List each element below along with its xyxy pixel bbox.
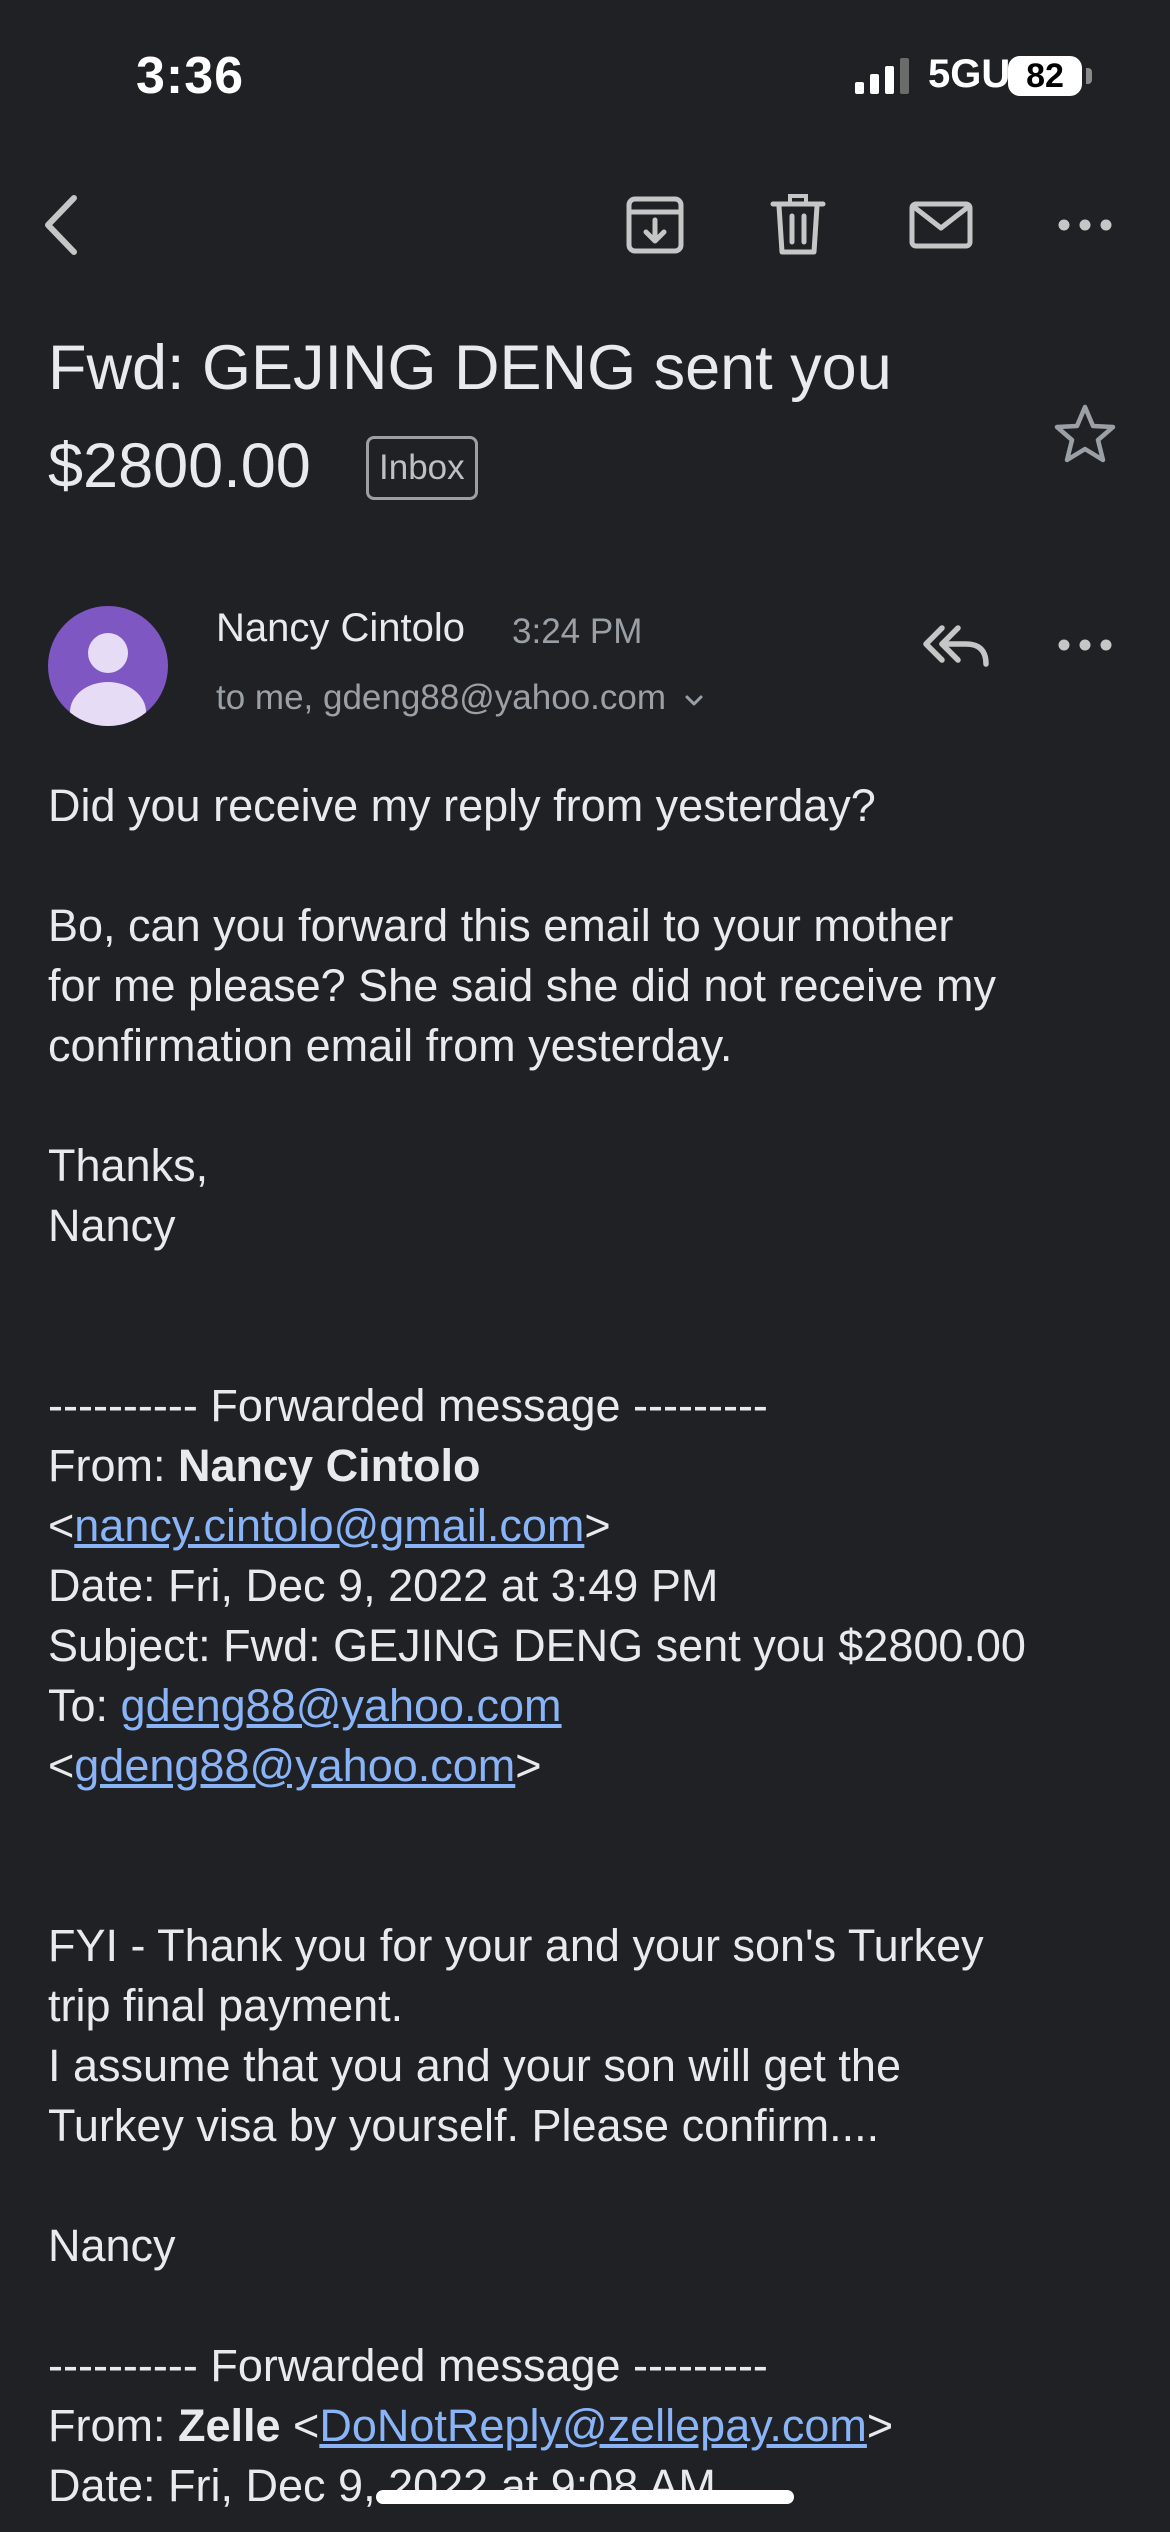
archive-button[interactable] xyxy=(620,190,690,260)
body-line: confirmation email from yesterday. xyxy=(48,1020,733,1071)
body-line: Did you receive my reply from yesterday? xyxy=(48,780,876,831)
mail-icon xyxy=(909,201,973,249)
body-line: Nancy xyxy=(48,2220,176,2271)
forwarded-from-email: <nancy.cintolo@gmail.com> xyxy=(48,1500,611,1551)
recipients-text: to me, gdeng88@yahoo.com xyxy=(216,678,666,717)
email-subject-amount: $2800.00 xyxy=(48,431,311,501)
from-name: Nancy Cintolo xyxy=(178,1440,481,1491)
forwarded-from: From: Zelle <DoNotReply@zellepay.com> xyxy=(48,2400,894,2451)
back-button[interactable] xyxy=(30,190,100,260)
email-link[interactable]: gdeng88@yahoo.com xyxy=(74,1740,515,1791)
delete-button[interactable] xyxy=(763,190,833,260)
trash-icon xyxy=(770,194,826,255)
message-more-icon[interactable] xyxy=(1050,610,1120,680)
forwarded-to-email: <gdeng88@yahoo.com> xyxy=(48,1740,542,1791)
email-link[interactable]: gdeng88@yahoo.com xyxy=(121,1680,562,1731)
body-line: trip final payment. xyxy=(48,1980,404,2031)
forwarded-date: Date: Fri, Dec 9, 2022 at 3:49 PM xyxy=(48,1560,719,1611)
body-line: FYI - Thank you for your and your son's … xyxy=(48,1920,984,1971)
from-label: From: xyxy=(48,2400,178,2451)
star-icon[interactable] xyxy=(1050,400,1120,470)
back-arrow-icon xyxy=(45,195,77,255)
more-options-button[interactable] xyxy=(1050,190,1120,260)
status-time: 3:36 xyxy=(136,47,245,105)
home-indicator[interactable] xyxy=(376,2490,794,2504)
sender-name[interactable]: Nancy Cintolo xyxy=(216,606,465,651)
body-line: Nancy xyxy=(48,1200,176,1251)
body-line: Turkey visa by yourself. Please confirm.… xyxy=(48,2100,880,2151)
from-label: From: xyxy=(48,1440,178,1491)
battery-tip xyxy=(1086,68,1092,84)
from-name: Zelle xyxy=(178,2400,281,2451)
recipients-toggle[interactable]: to me, gdeng88@yahoo.com xyxy=(216,678,706,718)
battery-indicator: 82 xyxy=(1008,56,1082,96)
body-line: Thanks, xyxy=(48,1140,209,1191)
email-subject: Fwd: GEJING DENG sent you xyxy=(48,333,892,403)
body-line: for me please? She said she did not rece… xyxy=(48,960,997,1011)
forwarded-header: ---------- Forwarded message --------- xyxy=(48,1380,768,1431)
to-label: To: xyxy=(48,1680,121,1731)
message-time: 3:24 PM xyxy=(512,612,643,651)
body-line: Bo, can you forward this email to your m… xyxy=(48,900,954,951)
forwarded-date: Date: Fri, Dec 9, 2022 at 9:08 AM xyxy=(48,2460,716,2511)
signal-icon xyxy=(855,58,909,94)
avatar[interactable] xyxy=(48,606,168,726)
chevron-down-icon xyxy=(685,695,703,706)
reply-all-icon[interactable] xyxy=(918,610,994,680)
forwarded-subject: Subject: Fwd: GEJING DENG sent you $2800… xyxy=(48,1620,1026,1671)
forwarded-from: From: Nancy Cintolo xyxy=(48,1436,481,1496)
more-icon xyxy=(1058,219,1112,231)
person-icon xyxy=(70,633,146,726)
email-link[interactable]: nancy.cintolo@gmail.com xyxy=(74,1500,584,1551)
mark-unread-button[interactable] xyxy=(906,190,976,260)
forwarded-to: To: gdeng88@yahoo.com xyxy=(48,1676,562,1736)
body-line: I assume that you and your son will get … xyxy=(48,2040,901,2091)
archive-icon xyxy=(626,196,684,254)
inbox-label-chip[interactable]: Inbox xyxy=(366,436,478,500)
email-screen: 3:36 5GUC 82 Fwd: GEJING DENG sent you $… xyxy=(0,0,1170,2532)
email-link[interactable]: DoNotReply@zellepay.com xyxy=(319,2400,867,2451)
forwarded-header: ---------- Forwarded message --------- xyxy=(48,2340,768,2391)
